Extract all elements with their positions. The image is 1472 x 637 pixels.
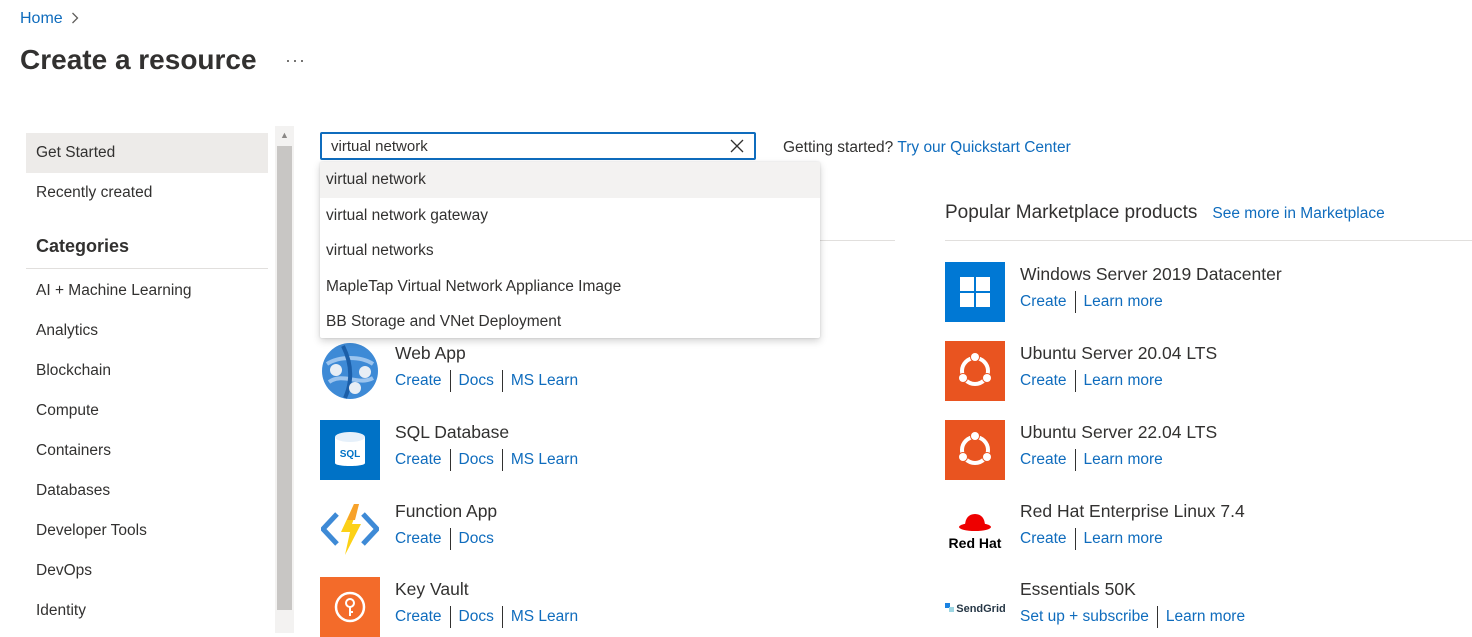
- more-options-icon[interactable]: ···: [285, 50, 306, 71]
- sidebar-item-get-started[interactable]: Get Started: [26, 133, 268, 173]
- suggestion-item[interactable]: BB Storage and VNet Deployment: [320, 304, 820, 340]
- ms-learn-link[interactable]: MS Learn: [501, 606, 586, 628]
- categories-heading: Categories: [26, 213, 268, 269]
- quickstart-center-link[interactable]: Try our Quickstart Center: [897, 139, 1070, 156]
- product-name: Web App: [395, 343, 466, 363]
- suggestion-item[interactable]: MapleTap Virtual Network Appliance Image: [320, 269, 820, 305]
- product-essentials-50k: SendGrid Essentials 50K Set up + subscri…: [945, 577, 1253, 637]
- sidebar-item-devops[interactable]: DevOps: [26, 551, 268, 591]
- learn-more-link[interactable]: Learn more: [1074, 291, 1171, 313]
- product-name: Key Vault: [395, 579, 469, 599]
- learn-more-link[interactable]: Learn more: [1074, 449, 1171, 471]
- page-title: Create a resource: [20, 44, 257, 75]
- product-name: Ubuntu Server 20.04 LTS: [1020, 343, 1218, 363]
- product-ubuntu-20-04: Ubuntu Server 20.04 LTS Create Learn mor…: [945, 341, 1217, 401]
- product-name: Windows Server 2019 Datacenter: [1020, 264, 1282, 284]
- create-link[interactable]: Create: [1020, 449, 1075, 471]
- sidebar-scrollbar[interactable]: ▲: [275, 126, 294, 633]
- product-sql-database: SQL SQL Database Create Docs MS Learn: [320, 420, 586, 480]
- set-up-subscribe-link[interactable]: Set up + subscribe: [1020, 606, 1157, 628]
- redhat-logo-text: Red Hat: [949, 535, 1002, 551]
- create-link[interactable]: Create: [395, 449, 450, 471]
- quickstart-prompt: Getting started? Try our Quickstart Cent…: [783, 139, 1071, 157]
- sidebar: Get Started Recently created Categories …: [26, 133, 268, 631]
- sendgrid-logo-icon[interactable]: SendGrid: [945, 577, 1005, 637]
- web-app-icon[interactable]: [320, 341, 380, 401]
- clear-search-icon[interactable]: [728, 137, 746, 155]
- ms-learn-link[interactable]: MS Learn: [501, 370, 586, 392]
- create-link[interactable]: Create: [1020, 370, 1075, 392]
- docs-link[interactable]: Docs: [449, 449, 502, 471]
- windows-logo-icon[interactable]: [945, 262, 1005, 322]
- sidebar-item-databases[interactable]: Databases: [26, 471, 268, 511]
- function-app-icon[interactable]: [320, 499, 380, 559]
- scrollbar-thumb[interactable]: [277, 146, 292, 610]
- quickstart-prefix: Getting started?: [783, 139, 894, 156]
- create-link[interactable]: Create: [395, 370, 450, 392]
- sidebar-item-compute[interactable]: Compute: [26, 391, 268, 431]
- marketplace-heading-title: Popular Marketplace products: [945, 202, 1198, 223]
- sql-icon-text: SQL: [340, 449, 361, 460]
- product-name: SQL Database: [395, 422, 510, 442]
- product-ubuntu-22-04: Ubuntu Server 22.04 LTS Create Learn mor…: [945, 420, 1217, 480]
- sendgrid-logo-text: SendGrid: [956, 603, 1005, 615]
- sidebar-item-analytics[interactable]: Analytics: [26, 311, 268, 351]
- key-vault-icon[interactable]: [320, 577, 380, 637]
- see-more-marketplace-link[interactable]: See more in Marketplace: [1212, 205, 1384, 223]
- section-divider: [945, 240, 1472, 241]
- learn-more-link[interactable]: Learn more: [1156, 606, 1253, 628]
- ms-learn-link[interactable]: MS Learn: [501, 449, 586, 471]
- sidebar-item-containers[interactable]: Containers: [26, 431, 268, 471]
- product-name: Essentials 50K: [1020, 579, 1136, 599]
- ubuntu-logo-icon[interactable]: [945, 341, 1005, 401]
- create-link[interactable]: Create: [395, 528, 450, 550]
- sidebar-item-blockchain[interactable]: Blockchain: [26, 351, 268, 391]
- marketplace-heading: Popular Marketplace products See more in…: [945, 202, 1385, 224]
- product-name: Red Hat Enterprise Linux 7.4: [1020, 501, 1245, 521]
- search-box[interactable]: [320, 132, 756, 160]
- scroll-up-icon[interactable]: ▲: [275, 126, 294, 144]
- suggestion-item[interactable]: virtual network gateway: [320, 198, 820, 234]
- product-windows-server-2019: Windows Server 2019 Datacenter Create Le…: [945, 262, 1282, 322]
- suggestion-item[interactable]: virtual network: [320, 162, 820, 198]
- redhat-logo-icon[interactable]: Red Hat: [945, 499, 1005, 559]
- product-red-hat-enterprise-linux: Red Hat Red Hat Enterprise Linux 7.4 Cre…: [945, 499, 1245, 559]
- ubuntu-logo-icon[interactable]: [945, 420, 1005, 480]
- suggestion-item[interactable]: virtual networks: [320, 233, 820, 269]
- product-name: Function App: [395, 501, 498, 521]
- docs-link[interactable]: Docs: [449, 528, 502, 550]
- search-input[interactable]: [331, 138, 711, 155]
- product-name: Ubuntu Server 22.04 LTS: [1020, 422, 1218, 442]
- product-function-app: Function App Create Docs: [320, 499, 502, 559]
- sidebar-item-ai-machine-learning[interactable]: AI + Machine Learning: [26, 271, 268, 311]
- create-link[interactable]: Create: [1020, 528, 1075, 550]
- breadcrumb-home-link[interactable]: Home: [20, 10, 63, 28]
- learn-more-link[interactable]: Learn more: [1074, 528, 1171, 550]
- sql-database-icon[interactable]: SQL: [320, 420, 380, 480]
- product-key-vault: Key Vault Create Docs MS Learn: [320, 577, 586, 637]
- chevron-right-icon: [71, 11, 79, 27]
- create-link[interactable]: Create: [395, 606, 450, 628]
- breadcrumb: Home: [20, 10, 79, 28]
- docs-link[interactable]: Docs: [449, 606, 502, 628]
- search-suggestions-dropdown: virtual network virtual network gateway …: [320, 162, 820, 338]
- docs-link[interactable]: Docs: [449, 370, 502, 392]
- sidebar-item-recently-created[interactable]: Recently created: [26, 173, 268, 213]
- product-web-app: Web App Create Docs MS Learn: [320, 341, 586, 401]
- create-link[interactable]: Create: [1020, 291, 1075, 313]
- sidebar-item-identity[interactable]: Identity: [26, 591, 268, 631]
- sidebar-item-developer-tools[interactable]: Developer Tools: [26, 511, 268, 551]
- learn-more-link[interactable]: Learn more: [1074, 370, 1171, 392]
